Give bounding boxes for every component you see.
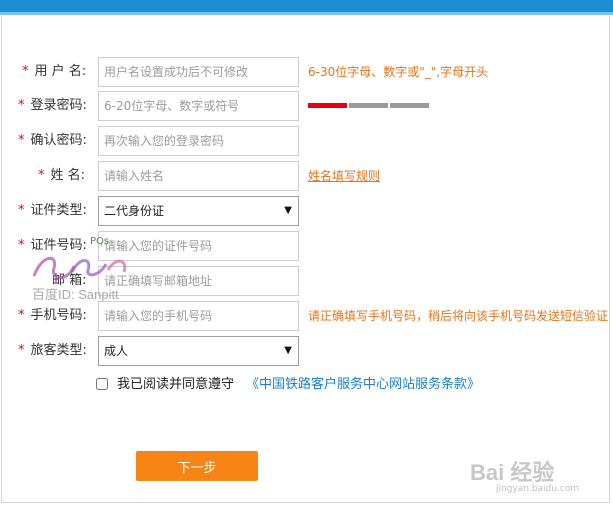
password-row: * 登录密码: xyxy=(0,91,613,121)
chevron-down-icon: ▼ xyxy=(284,205,292,216)
username-input[interactable] xyxy=(98,57,299,87)
header-bar-accent xyxy=(0,12,613,15)
header-bar xyxy=(0,0,613,12)
password-label: * 登录密码: xyxy=(18,98,87,113)
chevron-down-icon: ▼ xyxy=(284,345,292,356)
watermark-id: 百度ID: Sanpitt xyxy=(32,287,119,302)
required-mark: * xyxy=(38,168,45,183)
agreement-text: 我已阅读并同意遵守 xyxy=(117,377,235,392)
required-mark: * xyxy=(18,343,25,358)
required-mark: * xyxy=(18,203,25,218)
confirm-password-row: * 确认密码: xyxy=(0,126,613,156)
id-type-label: * 证件类型: xyxy=(18,203,87,218)
password-input[interactable] xyxy=(98,91,299,121)
username-hint: 6-30位字母、数字或"_",字母开头 xyxy=(308,65,489,79)
strength-segment-medium xyxy=(349,103,388,108)
watermark-logo xyxy=(32,257,127,279)
phone-row: *手机号码: 请正确填写手机号码，稍后将向该手机号码发送短信验证 xyxy=(0,301,613,331)
required-mark: * xyxy=(18,133,25,148)
confirm-password-label: * 确认密码: xyxy=(18,133,87,148)
watermark-pq: PQs xyxy=(90,236,110,247)
name-rules-link[interactable]: 姓名填写规则 xyxy=(308,161,380,191)
passenger-type-selected-value: 成人 xyxy=(104,344,129,358)
name-row: *姓 名: 姓名填写规则 xyxy=(0,161,613,191)
id-type-row: * 证件类型: 二代身份证 ▼ xyxy=(0,196,613,226)
phone-hint: 请正确填写手机号码，稍后将向该手机号码发送短信验证 xyxy=(308,309,609,323)
passenger-type-row: * 旅客类型: 成人 ▼ xyxy=(0,336,613,366)
terms-link[interactable]: 《中国铁路客户服务中心网站服务条款》 xyxy=(246,375,480,395)
phone-input[interactable] xyxy=(98,301,299,331)
strength-segment-weak xyxy=(308,103,347,108)
required-mark: * xyxy=(18,98,25,113)
id-type-select[interactable]: 二代身份证 ▼ xyxy=(98,196,299,226)
confirm-password-input[interactable] xyxy=(98,126,299,156)
required-mark: * xyxy=(18,238,25,253)
name-label: * 姓 名: xyxy=(38,168,86,183)
watermark-url: jingyan.baidu.com xyxy=(496,484,580,494)
username-row: *用 户 名: 6-30位字母、数字或"_",字母开头 xyxy=(0,57,613,87)
name-input[interactable] xyxy=(98,161,299,191)
username-label: * 用 户 名: xyxy=(22,64,87,79)
required-mark: * xyxy=(22,64,29,79)
passenger-type-select[interactable]: 成人 ▼ xyxy=(98,336,299,366)
id-type-selected-value: 二代身份证 xyxy=(104,204,165,218)
agreement-checkbox[interactable] xyxy=(96,378,108,390)
phone-label: * 手机号码: xyxy=(18,308,87,323)
watermark-baidu: Bai 经验 xyxy=(470,460,555,485)
next-step-button[interactable]: 下一步 xyxy=(136,451,258,481)
passenger-type-label: * 旅客类型: xyxy=(18,343,87,358)
required-mark: * xyxy=(18,308,25,323)
strength-segment-strong xyxy=(390,103,429,108)
